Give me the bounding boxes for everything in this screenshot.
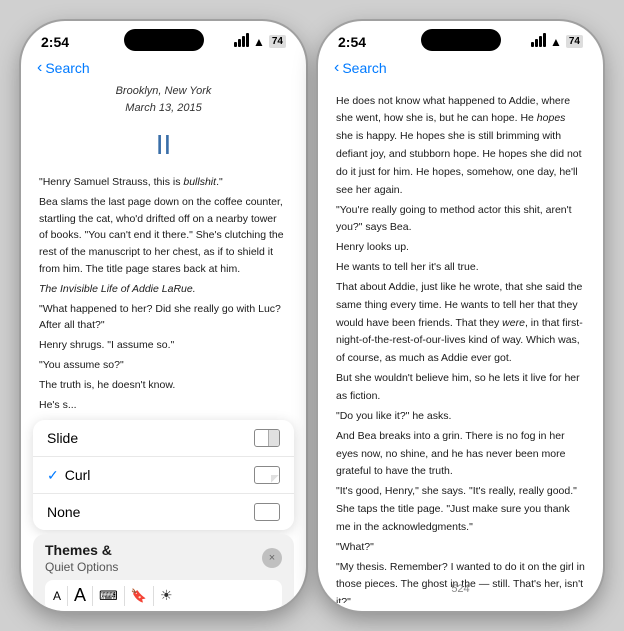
para-4: Henry shrugs. "I assume so." [39,337,288,354]
none-option[interactable]: None [33,494,294,530]
font-controls: A A ⌨ 🔖 ☀ [45,580,282,610]
wifi-icon: ▲ [253,35,265,49]
close-icon: × [269,552,275,564]
curl-label: Curl [65,467,91,483]
right-phone: 2:54 ▲ 74 ‹ Search He does not know wh [318,21,603,611]
right-signal-icon [531,33,546,50]
right-para-8: "It's good, Henry," she says. "It's real… [336,483,585,537]
right-wifi-icon: ▲ [550,35,562,49]
font-family-icon[interactable]: ⌨ [99,588,118,604]
slide-label: Slide [47,430,78,446]
right-para-4: That about Addie, just like he wrote, th… [336,279,585,368]
bookmark-icon[interactable]: 🔖 [131,588,147,604]
divider-4 [153,586,154,606]
curl-option[interactable]: ✓ Curl [33,457,294,494]
right-nav-bar[interactable]: ‹ Search [318,57,603,83]
right-back-arrow-icon: ‹ [334,59,339,77]
slide-option[interactable]: Slide [33,420,294,457]
book-location: Brooklyn, New York March 13, 2015 [39,83,288,117]
divider-3 [124,586,125,606]
themes-header: Themes & Quiet Options × [45,542,282,574]
para-6: The truth is, he doesn't know. [39,377,288,394]
right-para-0: He does not know what happened to Addie,… [336,93,585,200]
para-2: The Invisible Life of Addie LaRue. [39,281,288,298]
font-decrease-button[interactable]: A [53,589,61,603]
left-time: 2:54 [41,34,69,50]
right-status-bar: 2:54 ▲ 74 [318,21,603,57]
battery-icon: 74 [269,35,286,48]
para-3: "What happened to her? Did she really go… [39,301,288,335]
right-para-7: And Bea breaks into a grin. There is no … [336,428,585,482]
left-status-icons: ▲ 74 [234,33,286,50]
signal-icon [234,33,249,50]
left-nav-bar[interactable]: ‹ Search [21,57,306,83]
right-status-icons: ▲ 74 [531,33,583,50]
none-icon [254,503,280,521]
left-nav-back-label[interactable]: Search [45,60,89,76]
right-para-1: "You're really going to method actor thi… [336,202,585,238]
right-nav-back-label[interactable]: Search [342,60,386,76]
right-time: 2:54 [338,34,366,50]
right-para-9: "What?" [336,539,585,557]
left-book-content: Brooklyn, New York March 13, 2015 II "He… [21,83,306,417]
right-para-6: "Do you like it?" he asks. [336,408,585,426]
chapter-number: II [39,123,288,166]
curl-icon [254,466,280,484]
themes-title: Themes & Quiet Options [45,542,118,574]
themes-panel: Themes & Quiet Options × A A ⌨ 🔖 ☀ Aa [33,534,294,610]
divider-2 [92,586,93,606]
brightness-icon[interactable]: ☀ [160,587,173,604]
phones-container: 2:54 ▲ 74 ‹ Search Brooklyn, [21,21,603,611]
book-date: March 13, 2015 [39,100,288,117]
checkmark-icon: ✓ [47,467,59,484]
para-5: "You assume so?" [39,357,288,374]
left-book-text: "Henry Samuel Strauss, this is bullshit.… [39,174,288,413]
para-7: He's s... [39,397,288,414]
book-city: Brooklyn, New York [39,83,288,100]
none-label: None [47,504,80,520]
para-1: Bea slams the last page down on the coff… [39,194,288,278]
divider-1 [67,586,68,606]
right-para-2: Henry looks up. [336,239,585,257]
page-number: 524 [318,579,603,599]
themes-close-button[interactable]: × [262,548,282,568]
right-para-5: But she wouldn't believe him, so he lets… [336,370,585,406]
left-status-bar: 2:54 ▲ 74 [21,21,306,57]
right-book-content: He does not know what happened to Addie,… [318,83,603,603]
slide-icon [254,429,280,447]
right-battery-icon: 74 [566,35,583,48]
back-arrow-icon: ‹ [37,59,42,77]
left-phone: 2:54 ▲ 74 ‹ Search Brooklyn, [21,21,306,611]
right-dynamic-island [421,29,501,51]
para-0: "Henry Samuel Strauss, this is bullshit.… [39,174,288,191]
page-turn-panel: Slide ✓ Curl None [33,420,294,530]
right-para-3: He wants to tell her it's all true. [336,259,585,277]
dynamic-island [124,29,204,51]
font-increase-button[interactable]: A [74,585,86,606]
